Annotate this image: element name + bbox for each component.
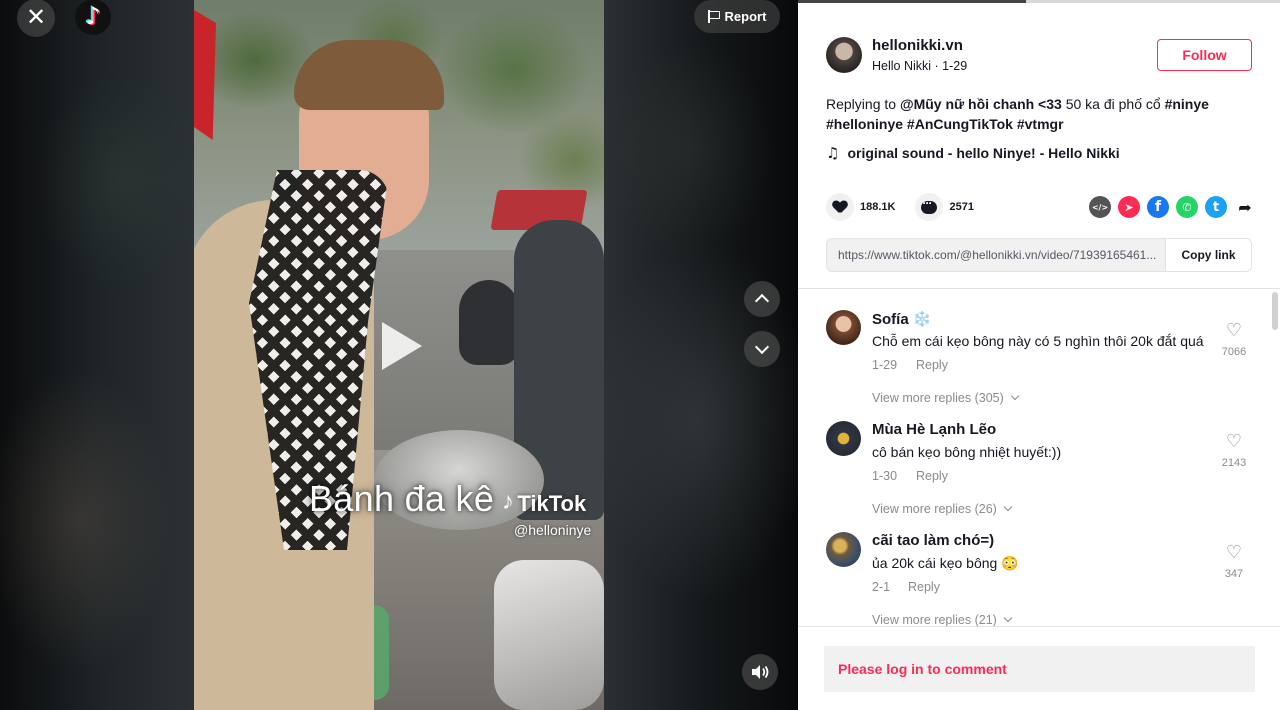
music-link[interactable]: ♫ original sound - hello Ninye! - Hello … bbox=[826, 144, 1120, 162]
tiktok-video-page: Bánh đa kê ♪ TikTok @helloninye ✕ ♪ Repo… bbox=[0, 0, 1280, 710]
comment-icon bbox=[921, 196, 938, 214]
comment-text: ủa 20k cái kẹo bông 😳 bbox=[872, 555, 1019, 571]
copy-link-button[interactable]: Copy link bbox=[1165, 239, 1251, 271]
heart-outline-icon: ♡ bbox=[1225, 542, 1243, 563]
comment-text: Chỗ em cái kẹo bông này có 5 nghìn thôi … bbox=[872, 333, 1204, 349]
hashtag-link[interactable]: #AnCungTikTok bbox=[907, 116, 1013, 132]
heart-icon bbox=[833, 201, 847, 214]
follow-button[interactable]: Follow bbox=[1157, 39, 1252, 71]
chevron-down-icon bbox=[1003, 502, 1013, 512]
video-scene-plastic-bag bbox=[494, 560, 604, 710]
comment-text: cô bán kẹo bông nhiệt huyết:)) bbox=[872, 444, 1062, 460]
chevron-down-icon bbox=[754, 339, 770, 355]
comment-login-bar: Please log in to comment bbox=[798, 626, 1280, 710]
comment-button[interactable] bbox=[915, 193, 944, 221]
video-player-area[interactable]: Bánh đa kê ♪ TikTok @helloninye ✕ ♪ Repo… bbox=[0, 0, 798, 710]
comment-like-count: 347 bbox=[1224, 568, 1244, 580]
share-link-url[interactable]: https://www.tiktok.com/@hellonikki.vn/vi… bbox=[827, 248, 1165, 262]
close-button[interactable]: ✕ bbox=[17, 0, 55, 37]
view-more-replies[interactable]: View more replies (21) bbox=[872, 613, 1013, 627]
comment-like-button[interactable]: ♡ bbox=[1222, 543, 1246, 563]
hashtag-link[interactable]: #helloninye bbox=[826, 116, 903, 132]
comment-like-button[interactable]: ♡ bbox=[1222, 321, 1246, 341]
speaker-icon bbox=[752, 665, 769, 679]
comment-like-count: 7066 bbox=[1221, 346, 1247, 358]
music-title: original sound - hello Ninye! - Hello Ni… bbox=[847, 145, 1120, 161]
whatsapp-icon[interactable]: ✆ bbox=[1176, 196, 1198, 218]
video-scene-man-hair bbox=[294, 40, 444, 110]
engagement-row: 188.1K 2571 bbox=[826, 193, 974, 221]
video-frame[interactable]: Bánh đa kê ♪ TikTok @helloninye bbox=[194, 0, 604, 710]
author-subline: Hello Nikki · 1-29 bbox=[872, 59, 968, 73]
reply-button[interactable]: Reply bbox=[916, 469, 948, 483]
close-icon: ✕ bbox=[25, 3, 47, 31]
video-progress-fill bbox=[798, 0, 1026, 3]
chevron-down-icon bbox=[1010, 391, 1020, 401]
comment-date: 2-1 bbox=[872, 580, 891, 594]
heart-outline-icon: ♡ bbox=[1225, 320, 1243, 341]
share-link-box: https://www.tiktok.com/@hellonikki.vn/vi… bbox=[826, 238, 1252, 272]
report-label: Report bbox=[724, 9, 767, 24]
comment-count: 2571 bbox=[949, 201, 974, 213]
hashtag-link[interactable]: #vtmgr bbox=[1017, 116, 1064, 132]
mention-link[interactable]: @Mũy nữ hồi chanh <33 bbox=[900, 96, 1062, 112]
chevron-up-icon bbox=[754, 293, 770, 309]
view-more-replies[interactable]: View more replies (305) bbox=[872, 391, 1020, 405]
music-note-icon: ♫ bbox=[826, 144, 840, 162]
reply-prefix: Replying to bbox=[826, 96, 900, 112]
share-row: </> ➤ f ✆ t ➦ bbox=[1089, 196, 1256, 218]
author-username[interactable]: hellonikki.vn bbox=[872, 37, 963, 54]
like-count: 188.1K bbox=[860, 201, 896, 213]
tiktok-logo-glyph: ♪ bbox=[85, 2, 101, 30]
watermark-handle: @helloninye bbox=[514, 522, 592, 538]
facebook-icon[interactable]: f bbox=[1147, 196, 1169, 218]
next-video-button[interactable] bbox=[744, 331, 780, 367]
view-more-label: View more replies (305) bbox=[872, 391, 1004, 405]
video-progress-bar[interactable] bbox=[798, 0, 1280, 3]
previous-video-button[interactable] bbox=[744, 281, 780, 317]
comments-divider bbox=[798, 288, 1280, 289]
comment-date: 1-30 bbox=[872, 469, 898, 483]
flag-icon bbox=[707, 10, 720, 23]
comment-like-count: 2143 bbox=[1221, 457, 1247, 469]
video-description: Replying to @Mũy nữ hồi chanh <33 50 ka … bbox=[826, 94, 1251, 134]
embed-icon[interactable]: </> bbox=[1089, 196, 1111, 218]
description-text: 50 ka đi phố cổ bbox=[1061, 96, 1165, 112]
video-scene-scooter bbox=[459, 280, 519, 365]
view-more-replies[interactable]: View more replies (26) bbox=[872, 502, 1013, 516]
share-arrow-icon[interactable]: ➦ bbox=[1234, 196, 1256, 218]
view-more-label: View more replies (26) bbox=[872, 502, 997, 516]
chevron-down-icon bbox=[1003, 613, 1013, 623]
scrollbar-thumb[interactable] bbox=[1272, 292, 1278, 330]
reply-button[interactable]: Reply bbox=[908, 580, 940, 594]
hashtag-link[interactable]: #ninye bbox=[1165, 96, 1209, 112]
comments-scrollbar[interactable] bbox=[1272, 290, 1278, 620]
commenter-name[interactable]: Sofía ❄️ bbox=[872, 310, 932, 328]
reply-button[interactable]: Reply bbox=[916, 358, 948, 372]
report-button[interactable]: Report bbox=[694, 0, 780, 33]
like-button[interactable] bbox=[826, 193, 854, 221]
commenter-avatar[interactable] bbox=[826, 532, 861, 567]
play-icon[interactable] bbox=[382, 322, 422, 370]
commenter-avatar[interactable] bbox=[826, 310, 861, 345]
details-panel: hellonikki.vn Hello Nikki · 1-29 Follow … bbox=[798, 0, 1280, 710]
login-to-comment-button[interactable]: Please log in to comment bbox=[824, 646, 1255, 692]
comment-like-button[interactable]: ♡ bbox=[1222, 432, 1246, 452]
tiktok-watermark-text: TikTok bbox=[517, 491, 587, 516]
commenter-name[interactable]: cãi tao làm chó=) bbox=[872, 532, 994, 549]
commenter-avatar[interactable] bbox=[826, 421, 861, 456]
volume-button[interactable] bbox=[742, 654, 778, 690]
heart-outline-icon: ♡ bbox=[1225, 431, 1243, 452]
tiktok-logo-icon[interactable]: ♪ bbox=[75, 0, 111, 35]
commenter-name[interactable]: Mùa Hè Lạnh Lẽo bbox=[872, 421, 996, 438]
view-more-label: View more replies (21) bbox=[872, 613, 997, 627]
comment-date: 1-29 bbox=[872, 358, 898, 372]
video-overlay-caption: Bánh đa kê bbox=[309, 478, 495, 519]
author-avatar[interactable] bbox=[826, 37, 862, 73]
twitter-icon[interactable]: t bbox=[1205, 196, 1227, 218]
send-icon[interactable]: ➤ bbox=[1118, 196, 1140, 218]
video-scene-flag bbox=[194, 10, 216, 140]
